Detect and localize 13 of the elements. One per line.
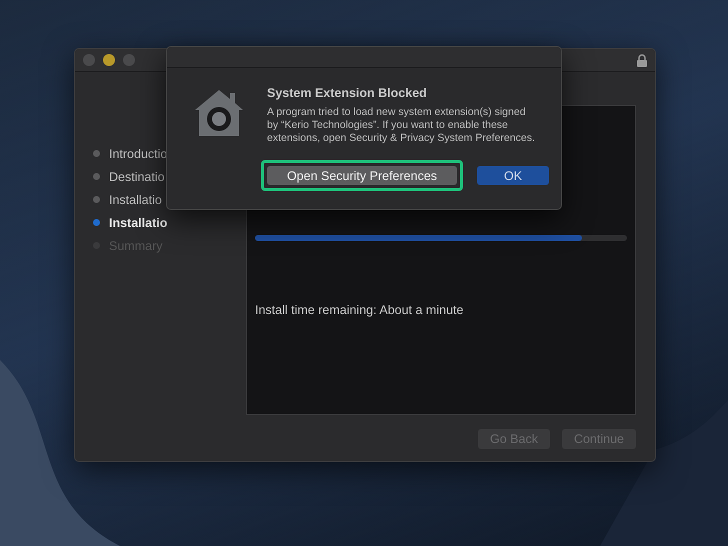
minimize-icon[interactable] bbox=[103, 54, 115, 66]
close-icon[interactable] bbox=[83, 54, 95, 66]
lock-icon bbox=[637, 54, 647, 66]
dialog-message: A program tried to load new system extension(s) signed by “Kerio Technologies”. If you want to enable these extensions, open Security & Privacy System Preferences. bbox=[267, 106, 536, 145]
status-text: Install time remaining: About a minute bbox=[255, 303, 464, 317]
step-label: Introductio bbox=[109, 146, 168, 160]
zoom-icon[interactable] bbox=[123, 54, 135, 66]
step-label: Destinatio bbox=[109, 170, 165, 184]
dialog-title: System Extension Blocked bbox=[267, 86, 428, 100]
preferences-button[interactable]: Open Security Preferences bbox=[267, 166, 457, 185]
step-label: Installatio bbox=[109, 216, 168, 230]
step-label: Installatio bbox=[109, 192, 162, 206]
ok-button[interactable]: OK bbox=[477, 166, 549, 185]
